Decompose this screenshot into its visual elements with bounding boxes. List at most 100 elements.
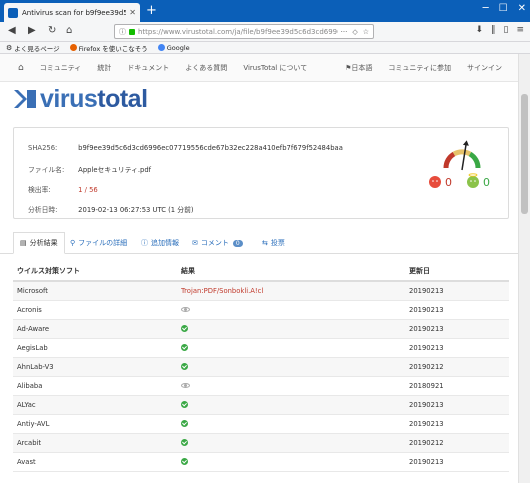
browser-tab-bar: Antivirus scan for b9f9ee39d5c... ✕ + ─ … <box>0 0 530 22</box>
search-icon: ⚲ <box>70 239 76 247</box>
filename-row: ファイル名: Appleセキュリティ.pdf <box>28 164 151 174</box>
page-content: ⌂ コミュニティ 統計 ドキュメント よくある質問 VirusTotal につい… <box>0 54 518 483</box>
update-date: 20190212 <box>409 363 444 371</box>
check-circle-icon <box>181 438 188 446</box>
update-date: 20190212 <box>409 439 444 447</box>
tab-analysis[interactable]: ▤ 分析結果 <box>13 232 65 254</box>
nav-right-group: ⚑日本語 コミュニティに参加 サインイン <box>345 63 502 73</box>
tab-file-details[interactable]: ⚲ ファイルの詳細 <box>70 232 127 254</box>
sign-in-link[interactable]: サインイン <box>467 63 502 73</box>
page-scrollbar[interactable] <box>518 54 530 483</box>
tab-title: Antivirus scan for b9f9ee39d5c... <box>22 8 127 17</box>
back-icon[interactable]: ◀ <box>8 25 16 36</box>
lock-icon <box>129 28 135 35</box>
tab-label: コメント <box>200 239 229 247</box>
sidebar-icon[interactable]: ▯ <box>504 25 509 35</box>
sha256-row: SHA256: b9f9ee39d5c6d3cd6996ec07719556cd… <box>28 144 343 152</box>
table-icon: ▤ <box>20 239 27 247</box>
nav-statistics[interactable]: 統計 <box>97 63 111 73</box>
nav-community[interactable]: コミュニティ <box>40 63 82 73</box>
nav-documentation[interactable]: ドキュメント <box>127 63 169 73</box>
bookmark-label: Google <box>166 43 190 52</box>
table-row: Arcabit 20190212 <box>13 434 509 453</box>
nav-faq[interactable]: よくある質問 <box>185 63 227 73</box>
update-date: 20190213 <box>409 306 444 314</box>
scan-result <box>181 343 409 353</box>
angel-face-icon[interactable] <box>467 176 479 188</box>
devil-face-icon[interactable] <box>429 176 441 188</box>
browser-tab[interactable]: Antivirus scan for b9f9ee39d5c... ✕ <box>4 3 140 22</box>
check-circle-icon <box>181 324 188 332</box>
download-icon[interactable]: ⬇ <box>475 25 483 35</box>
table-row: Antiy-AVL 20190213 <box>13 415 509 434</box>
home-icon[interactable]: ⌂ <box>18 63 24 73</box>
table-row: Acronis 20190213 <box>13 301 509 320</box>
engine-name: Antiy-AVL <box>17 420 50 428</box>
update-date: 20190213 <box>409 458 444 466</box>
new-tab-icon[interactable]: + <box>146 3 157 19</box>
tab-additional-info[interactable]: ⓘ 追加情報 <box>141 232 179 254</box>
scan-result <box>181 306 409 314</box>
bookmark-firefox[interactable]: Firefox を使いこなそう <box>69 43 148 53</box>
tab-votes[interactable]: ⇆ 投票 <box>262 232 285 254</box>
update-date: 20190213 <box>409 325 444 333</box>
browser-navigation-bar: ◀ ▶ ↻ ⌂ ⓘ https://www.virustotal.com/ja/… <box>0 22 530 42</box>
update-date: 20190213 <box>409 401 444 409</box>
gauge-needle <box>461 142 468 171</box>
bookmark-label: Firefox を使いこなそう <box>78 44 148 53</box>
virustotal-logo[interactable]: virustotal <box>14 84 148 114</box>
check-circle-icon <box>181 343 188 351</box>
virustotal-favicon-icon <box>8 7 18 18</box>
bookmark-star-icon[interactable]: ☆ <box>363 28 369 36</box>
google-icon <box>157 44 165 51</box>
info-icon[interactable]: ⓘ <box>119 27 126 37</box>
url-bar[interactable]: ⓘ https://www.virustotal.com/ja/file/b9f… <box>114 24 374 39</box>
virustotal-logo-icon <box>14 90 36 108</box>
update-date: 20180921 <box>409 382 444 390</box>
header-update: 更新日 <box>409 267 430 275</box>
bookmark-most-visited[interactable]: ⚙ よく見るページ <box>6 43 60 53</box>
scrollbar-thumb[interactable] <box>521 94 528 214</box>
url-text[interactable]: https://www.virustotal.com/ja/file/b9f9e… <box>138 28 338 36</box>
engine-name: AhnLab-V3 <box>17 363 54 371</box>
reload-icon[interactable]: ↻ <box>48 25 56 36</box>
check-circle-icon <box>181 457 188 465</box>
vote-icon: ⇆ <box>262 239 268 247</box>
update-date: 20190213 <box>409 344 444 352</box>
bookmark-google[interactable]: Google <box>157 43 190 52</box>
tab-label: 追加情報 <box>151 239 179 247</box>
table-row: Avast 20190213 <box>13 453 509 472</box>
table-row: ALYac 20190213 <box>13 396 509 415</box>
info-icon: ⓘ <box>141 239 148 247</box>
engine-name: Avast <box>17 458 36 466</box>
analysis-date-value: 2019-02-13 06:27:53 UTC (1 分前) <box>78 206 194 214</box>
minimize-icon[interactable]: ─ <box>483 3 489 14</box>
tab-label: 分析結果 <box>29 239 58 247</box>
update-date: 20190213 <box>409 420 444 428</box>
table-row: AegisLab 20190213 <box>13 339 509 358</box>
join-community-link[interactable]: コミュニティに参加 <box>388 63 451 73</box>
nav-about[interactable]: VirusTotal について <box>243 63 307 73</box>
close-tab-icon[interactable]: ✕ <box>129 8 136 17</box>
forward-icon[interactable]: ▶ <box>28 25 36 36</box>
analysis-date-row: 分析日時: 2019-02-13 06:27:53 UTC (1 分前) <box>28 204 194 214</box>
page-actions-icon[interactable]: ··· <box>341 28 348 36</box>
language-label: 日本語 <box>351 63 373 72</box>
toolbar-icons: ⬇ ‖ ▯ ≡ <box>475 25 524 35</box>
bad-votes-count: 0 <box>445 176 452 189</box>
library-icon[interactable]: ‖ <box>491 25 496 35</box>
pocket-icon[interactable]: ◇ <box>352 28 357 36</box>
home-icon[interactable]: ⌂ <box>66 25 72 36</box>
table-row: AhnLab-V3 20190212 <box>13 358 509 377</box>
gauge-bad-arc <box>443 151 456 169</box>
check-circle-icon <box>181 400 188 408</box>
window-close-icon[interactable]: ✕ <box>518 3 526 14</box>
gear-icon: ⚙ <box>6 43 13 52</box>
analysis-date-label: 分析日時: <box>28 206 58 214</box>
language-selector[interactable]: ⚑日本語 <box>345 63 372 73</box>
table-row: Microsoft Trojan:PDF/Sonbokli.A!cl 2019021… <box>13 282 509 301</box>
tab-comments[interactable]: ✉ コメント 0 <box>192 232 243 254</box>
menu-icon[interactable]: ≡ <box>516 25 524 35</box>
maximize-icon[interactable]: ☐ <box>499 3 508 14</box>
good-votes-count: 0 <box>483 176 490 189</box>
